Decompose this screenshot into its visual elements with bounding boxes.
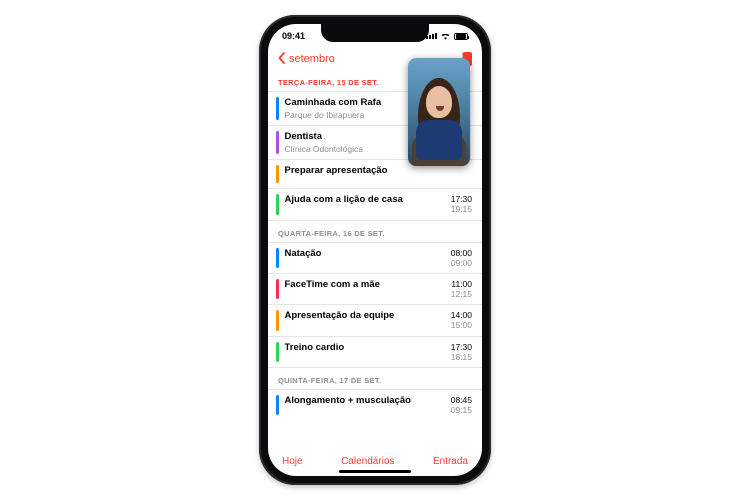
- event-row[interactable]: Ajuda com a lição de casa 17:3019:15: [268, 188, 482, 219]
- event-row[interactable]: Natação 08:0009:00: [268, 242, 482, 273]
- calendar-color-bar: [276, 194, 279, 214]
- inbox-button[interactable]: Entrada: [433, 456, 468, 467]
- event-row[interactable]: Alongamento + musculação 08:4509:15: [268, 389, 482, 420]
- event-times: 14:0015:00: [451, 310, 472, 330]
- event-times: 11:0012:15: [451, 279, 472, 299]
- screen: 09:41 setembro TERÇA-FEIRA, 15 DE SET.Ca…: [268, 24, 482, 476]
- event-title: Alongamento + musculação: [285, 395, 445, 407]
- event-times: 08:4509:15: [451, 395, 472, 415]
- home-indicator[interactable]: [339, 470, 411, 473]
- event-title: Apresentação da equipe: [285, 310, 445, 322]
- event-title: Natação: [285, 248, 445, 260]
- calendars-button[interactable]: Calendários: [341, 456, 394, 467]
- calendar-color-bar: [276, 310, 279, 330]
- calendar-color-bar: [276, 342, 279, 362]
- wifi-icon: [440, 31, 451, 42]
- event-title: FaceTime com a mãe: [285, 279, 445, 291]
- event-row[interactable]: FaceTime com a mãe 11:0012:15: [268, 273, 482, 304]
- pip-video: [408, 58, 470, 166]
- event-times: 08:0009:00: [451, 248, 472, 268]
- event-title: Preparar apresentação: [285, 165, 467, 177]
- event-times: 17:3019:15: [451, 194, 472, 214]
- calendar-color-bar: [276, 248, 279, 268]
- event-times: 17:3018:15: [451, 342, 472, 362]
- facetime-pip[interactable]: [408, 58, 470, 166]
- today-button[interactable]: Hoje: [282, 456, 303, 467]
- day-header: QUINTA-FEIRA, 17 DE SET.: [268, 367, 482, 389]
- calendar-color-bar: [276, 395, 279, 415]
- clock: 09:41: [282, 31, 305, 41]
- back-button[interactable]: setembro: [289, 53, 335, 65]
- event-title: Ajuda com a lição de casa: [285, 194, 445, 206]
- calendar-color-bar: [276, 131, 279, 154]
- calendar-color-bar: [276, 97, 279, 120]
- back-icon[interactable]: [278, 52, 286, 66]
- event-row[interactable]: Apresentação da equipe 14:0015:00: [268, 304, 482, 335]
- calendar-color-bar: [276, 279, 279, 299]
- calendar-color-bar: [276, 165, 279, 183]
- battery-icon: [454, 33, 468, 40]
- day-header: QUARTA-FEIRA, 16 DE SET.: [268, 220, 482, 242]
- phone-frame: 09:41 setembro TERÇA-FEIRA, 15 DE SET.Ca…: [259, 15, 491, 485]
- event-row[interactable]: Treino cardio 17:3018:15: [268, 336, 482, 367]
- event-title: Treino cardio: [285, 342, 445, 354]
- notch: [321, 24, 429, 42]
